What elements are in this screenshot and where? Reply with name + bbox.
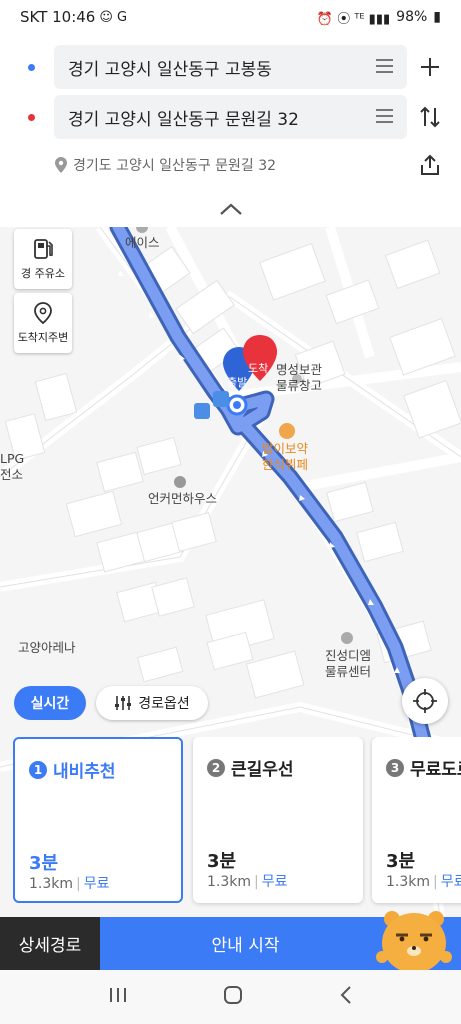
map-pin-icon <box>34 302 52 325</box>
origin-row: 경기 고양시 일산동구 고봉동 <box>0 45 461 89</box>
route-distance: 1.3km <box>207 874 252 890</box>
route-time: 3분 <box>29 853 59 874</box>
battery-icon: ▮ <box>433 9 441 25</box>
back-icon[interactable] <box>339 985 353 1010</box>
gas-station-icon <box>34 239 53 259</box>
route-card-free-road[interactable]: 3 무료도로 3분 1.3km|무료 <box>372 737 461 903</box>
notification-icons: ☺ G <box>99 9 128 25</box>
gas-station-button[interactable]: 경 주유소 <box>14 229 72 289</box>
battery-level: 98% <box>396 9 428 25</box>
recent-apps-icon[interactable] <box>108 985 128 1009</box>
route-index-badge: 2 <box>207 758 225 777</box>
status-bar: SKT 10:46 ☺ G ⏰ ⦿ ᵀᴱ ▮▮▮ 98% ▮ <box>0 0 461 34</box>
drag-handle-icon[interactable] <box>376 59 393 73</box>
origin-dot <box>28 63 35 71</box>
destination-input[interactable]: 경기 고양시 일산동구 문원길 32 <box>54 95 407 139</box>
system-navigation-bar <box>0 970 461 1024</box>
route-options-button[interactable]: 경로옵션 <box>96 686 208 720</box>
route-title: 내비추천 <box>53 762 116 782</box>
swap-route-button[interactable] <box>414 101 446 133</box>
destination-nearby-button[interactable]: 도착지주변 <box>14 293 72 353</box>
realtime-button[interactable]: 실시간 <box>14 686 86 720</box>
poi-myeongseong-label: 명성보관 물류창고 <box>276 362 323 393</box>
route-meta: 1.3km | 무료 <box>207 874 288 890</box>
navigation-route-screen: SKT 10:46 ☺ G ⏰ ⦿ ᵀᴱ ▮▮▮ 98% ▮ 경기 고양시 일산… <box>0 0 461 1024</box>
system-status-icons: ⏰ ⦿ ᵀᴱ ▮▮▮ <box>316 11 391 27</box>
route-distance: 1.3km <box>386 874 431 890</box>
drag-handle-icon[interactable] <box>376 109 393 123</box>
share-icon[interactable] <box>418 153 442 177</box>
destination-address-text: 경기도 고양시 일산동구 문원길 32 <box>73 158 277 174</box>
sliders-icon <box>115 696 132 710</box>
poi-unkumhouse-label: 언커먼하우스 <box>148 491 218 506</box>
chevron-up-icon[interactable] <box>218 200 244 220</box>
destination-address: 경기도 고양시 일산동구 문원길 32 <box>55 155 276 175</box>
poi-bapibo-label: 밥이보약 한식뷔페 <box>262 441 309 472</box>
mascot-icon <box>376 911 452 973</box>
route-time: 3분 <box>207 851 237 872</box>
route-meta: 1.3km | 무료 <box>386 871 461 891</box>
add-waypoint-button[interactable] <box>414 51 446 83</box>
route-distance: 1.3km <box>29 876 74 892</box>
route-time: 3분 <box>386 851 416 872</box>
route-fee: 무료 <box>261 874 288 890</box>
route-meta: 1.3km | 무료 <box>29 876 110 892</box>
route-options-label: 경로옵션 <box>138 696 190 712</box>
detail-route-label: 상세경로 <box>18 936 82 956</box>
destination-text: 경기 고양시 일산동구 문원길 32 <box>68 109 299 130</box>
route-fee: 무료 <box>440 874 461 890</box>
origin-input[interactable]: 경기 고양시 일산동구 고봉동 <box>54 45 407 89</box>
destination-nearby-label: 도착지주변 <box>17 331 69 344</box>
current-location-button[interactable] <box>402 678 448 724</box>
detail-route-button[interactable]: 상세경로 <box>0 917 100 970</box>
origin-text: 경기 고양시 일산동구 고봉동 <box>68 59 272 80</box>
realtime-label: 실시간 <box>30 696 70 712</box>
end-badge: 도착 <box>248 362 269 375</box>
route-index-badge: 1 <box>29 760 47 779</box>
gas-station-label: 경 주유소 <box>21 267 65 280</box>
destination-row: 경기 고양시 일산동구 문원길 32 <box>0 95 461 139</box>
location-pin-icon <box>55 157 67 173</box>
start-navigation-label: 안내 시작 <box>211 936 280 956</box>
route-cards: 1 내비추천 3분 1.3km | 무료 2 큰길우선 3분 1.3km | 무료 3 … <box>0 737 461 909</box>
route-fee: 무료 <box>83 876 110 892</box>
route-title: 큰길우선 <box>231 760 294 780</box>
poi-goyang-arena-label: 고양아레나 <box>18 640 76 655</box>
home-icon[interactable] <box>223 985 243 1010</box>
destination-dot <box>28 113 35 121</box>
route-card-header: 1 내비추천 <box>29 757 116 782</box>
carrier-time: SKT 10:46 <box>20 8 96 26</box>
route-index-badge: 3 <box>386 758 404 777</box>
plus-icon <box>421 58 439 76</box>
crosshair-icon <box>413 689 437 713</box>
route-card-recommended[interactable]: 1 내비추천 3분 1.3km | 무료 <box>13 737 183 903</box>
poi-jinseong-label: 진성디엠 물류센터 <box>325 648 372 679</box>
route-card-main-road[interactable]: 2 큰길우선 3분 1.3km | 무료 <box>193 737 363 903</box>
poi-ace-label: 에이스 <box>125 235 160 250</box>
route-card-header: 2 큰길우선 <box>207 755 294 780</box>
swap-arrows-icon <box>420 106 440 128</box>
poi-lpg-label: LPG 전소 <box>0 451 25 482</box>
route-title: 무료도로 <box>410 760 461 780</box>
route-card-header: 3 무료도로 <box>386 755 461 780</box>
